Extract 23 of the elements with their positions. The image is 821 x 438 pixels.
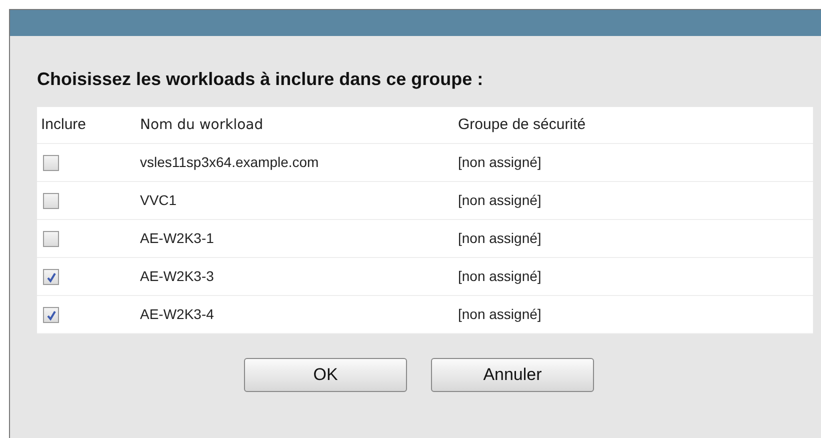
- table-cell-text: VVC1: [140, 191, 178, 210]
- column-header: Groupe de sécurité: [458, 114, 587, 135]
- table-cell-text: AE-W2K3-3: [140, 267, 215, 286]
- table-cell-text: AE-W2K3-1: [140, 229, 215, 248]
- check-icon: [46, 310, 57, 320]
- table-cell-text: [non assigné]: [458, 229, 542, 248]
- column-header: Inclure: [40, 114, 88, 135]
- check-icon: [46, 272, 57, 282]
- checkbox[interactable]: [43, 306, 59, 322]
- table-cell-text: [non assigné]: [458, 191, 542, 210]
- table-cell-text: [non assigné]: [458, 305, 542, 324]
- dialog-button[interactable]: Annuler: [431, 358, 594, 392]
- dialog-button[interactable]: OK: [244, 358, 407, 392]
- checkbox[interactable]: [43, 192, 59, 208]
- table-cell-text: AE-W2K3-4: [140, 305, 215, 324]
- checkbox[interactable]: [43, 268, 59, 284]
- table-cell-text: [non assigné]: [458, 153, 542, 172]
- checkbox[interactable]: [43, 230, 59, 246]
- dialog-heading: Choisissez les workloads à inclure dans ce groupe :: [37, 68, 484, 91]
- table-cell-text: [non assigné]: [458, 267, 542, 286]
- column-header: Nom du workload: [140, 116, 264, 134]
- table-cell-text: vsles11sp3x64.example.com: [140, 153, 320, 172]
- checkbox[interactable]: [43, 154, 59, 170]
